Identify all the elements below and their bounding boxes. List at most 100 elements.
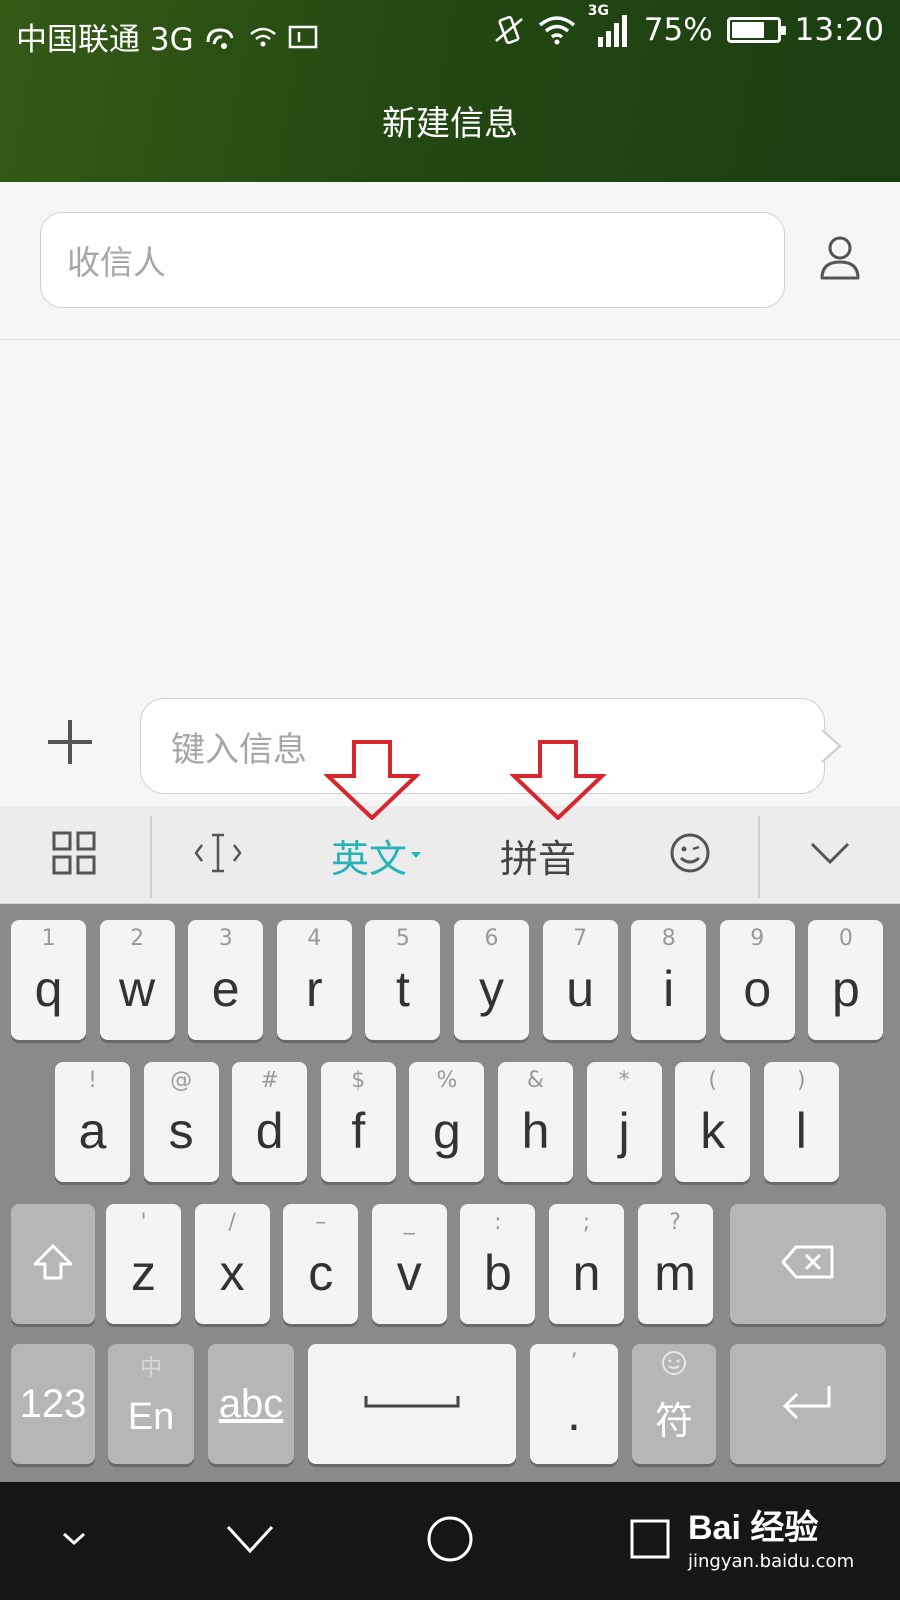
key-g[interactable]: % g	[409, 1062, 485, 1182]
key-secondary-label: )	[797, 1068, 806, 1093]
send-arrow-icon[interactable]	[820, 728, 844, 764]
battery-icon	[726, 17, 786, 43]
nav-home-button[interactable]	[416, 1482, 484, 1600]
key-secondary-label: ?	[669, 1210, 681, 1235]
key-b[interactable]: :b	[460, 1204, 536, 1324]
key-q[interactable]: 1q	[11, 920, 86, 1040]
punctuation-label: .	[567, 1385, 581, 1441]
keyboard: 1 q 2 w 3 e 4 r 5 t 6 y 7 u 8 i 9 o 0 p! a @ s # d $ f% g & h * j(k) l ' z…	[0, 904, 900, 1482]
emoji-button[interactable]	[648, 806, 732, 904]
key-c[interactable]: – c	[283, 1204, 359, 1324]
key-n[interactable]: ; n	[549, 1204, 624, 1324]
nav-collapse-button[interactable]	[44, 1482, 104, 1600]
ime-mode-english[interactable]: 英文	[316, 806, 436, 904]
shift-key[interactable]	[11, 1204, 95, 1324]
key-x[interactable]: / x	[194, 1204, 270, 1324]
sim-card-icon	[288, 25, 318, 49]
chevron-down-small-icon	[61, 1531, 87, 1551]
message-placeholder: 键入信息	[171, 729, 307, 770]
key-label: m	[654, 1245, 696, 1301]
key-label: f	[351, 1103, 366, 1159]
wifi-icon	[538, 15, 576, 45]
key-label: d	[255, 1103, 284, 1159]
key-l[interactable]: ) l	[763, 1062, 839, 1182]
grid-icon	[52, 831, 96, 879]
key-secondary-label: (	[708, 1068, 717, 1093]
key-y[interactable]: 6y	[454, 920, 529, 1040]
key-secondary-label: !	[88, 1068, 97, 1093]
language-switch-sub-label: 中	[139, 1356, 162, 1381]
enter-key[interactable]	[730, 1344, 886, 1464]
key-label: v	[396, 1245, 422, 1301]
key-secondary-label: &	[526, 1068, 545, 1093]
ime-mode-pinyin[interactable]: 拼音	[482, 806, 594, 904]
abc-key[interactable]: abc	[208, 1344, 294, 1464]
symbol-key-label: 符	[654, 1400, 693, 1443]
key-secondary-label: *	[618, 1068, 630, 1093]
key-d[interactable]: # d	[232, 1062, 308, 1182]
nav-back-button[interactable]	[208, 1482, 292, 1600]
key-t[interactable]: 5t	[365, 920, 441, 1040]
key-secondary-label: 6	[484, 926, 499, 951]
language-switch-key[interactable]: 中 En	[108, 1344, 194, 1464]
key-secondary-label: '	[140, 1210, 147, 1235]
hide-keyboard-button[interactable]	[790, 806, 870, 904]
contact-picker-icon[interactable]	[818, 234, 862, 282]
backspace-key[interactable]	[730, 1204, 886, 1324]
key-k[interactable]: (k	[675, 1062, 751, 1182]
key-r[interactable]: 4r	[276, 920, 352, 1040]
key-label: j	[618, 1103, 630, 1159]
carrier-label: 中国联通 3G	[16, 22, 194, 58]
status-bar: 中国联通 3G 3G 75% 13:20	[0, 0, 900, 66]
numbers-key[interactable]: 123	[11, 1344, 95, 1464]
recents-square-icon	[629, 1518, 671, 1564]
key-p[interactable]: 0p	[808, 920, 884, 1040]
enter-icon	[779, 1382, 837, 1426]
cursor-control-button[interactable]	[180, 806, 256, 904]
ime-menu-button[interactable]	[28, 806, 120, 904]
page-title: 新建信息	[382, 104, 518, 144]
add-attachment-icon[interactable]	[40, 712, 100, 772]
key-label: g	[432, 1103, 461, 1159]
nav-recents-button[interactable]	[622, 1482, 678, 1600]
key-f[interactable]: $ f	[320, 1062, 396, 1182]
key-label: r	[305, 961, 323, 1017]
watermark-brand: Bai 经验	[688, 1509, 819, 1547]
punctuation-key[interactable]: ’.	[530, 1344, 618, 1464]
message-input[interactable]: 键入信息	[140, 698, 825, 794]
backspace-icon	[780, 1244, 836, 1284]
key-secondary-label: 4	[307, 926, 322, 951]
key-secondary-label: #	[260, 1068, 279, 1093]
symbol-key[interactable]: 符	[632, 1344, 716, 1464]
key-label: o	[743, 961, 772, 1017]
key-secondary-label: 0	[838, 926, 853, 951]
cursor-move-icon	[192, 831, 244, 879]
key-secondary-label: ;	[582, 1210, 591, 1235]
key-s[interactable]: @ s	[143, 1062, 219, 1182]
key-h[interactable]: & h	[498, 1062, 573, 1182]
data-saver-icon	[204, 22, 238, 52]
home-circle-icon	[425, 1514, 475, 1568]
key-z[interactable]: ' z	[106, 1204, 181, 1324]
key-w[interactable]: 2w	[99, 920, 175, 1040]
key-label: c	[308, 1245, 334, 1301]
key-secondary-label: :	[494, 1210, 502, 1235]
key-o[interactable]: 9o	[719, 920, 795, 1040]
space-key[interactable]	[308, 1344, 516, 1464]
key-a[interactable]: ! a	[55, 1062, 130, 1182]
numbers-key-label: 123	[19, 1381, 87, 1426]
key-j[interactable]: * j	[586, 1062, 662, 1182]
toolbar-divider	[758, 816, 760, 898]
key-secondary-label: 9	[750, 926, 765, 951]
abc-key-label: abc	[218, 1381, 284, 1426]
key-label: x	[219, 1245, 245, 1301]
key-i[interactable]: 8i	[631, 920, 707, 1040]
recipient-input[interactable]: 收信人	[40, 212, 785, 308]
key-e[interactable]: 3e	[188, 920, 264, 1040]
key-secondary-label: 8	[661, 926, 676, 951]
key-m[interactable]: ? m	[637, 1204, 713, 1324]
key-v[interactable]: _ v	[371, 1204, 447, 1324]
baidu-jingyan-watermark: Bai 经验 jingyan.baidu.com	[688, 1500, 854, 1572]
clock: 13:20	[794, 12, 884, 48]
key-u[interactable]: 7u	[542, 920, 618, 1040]
